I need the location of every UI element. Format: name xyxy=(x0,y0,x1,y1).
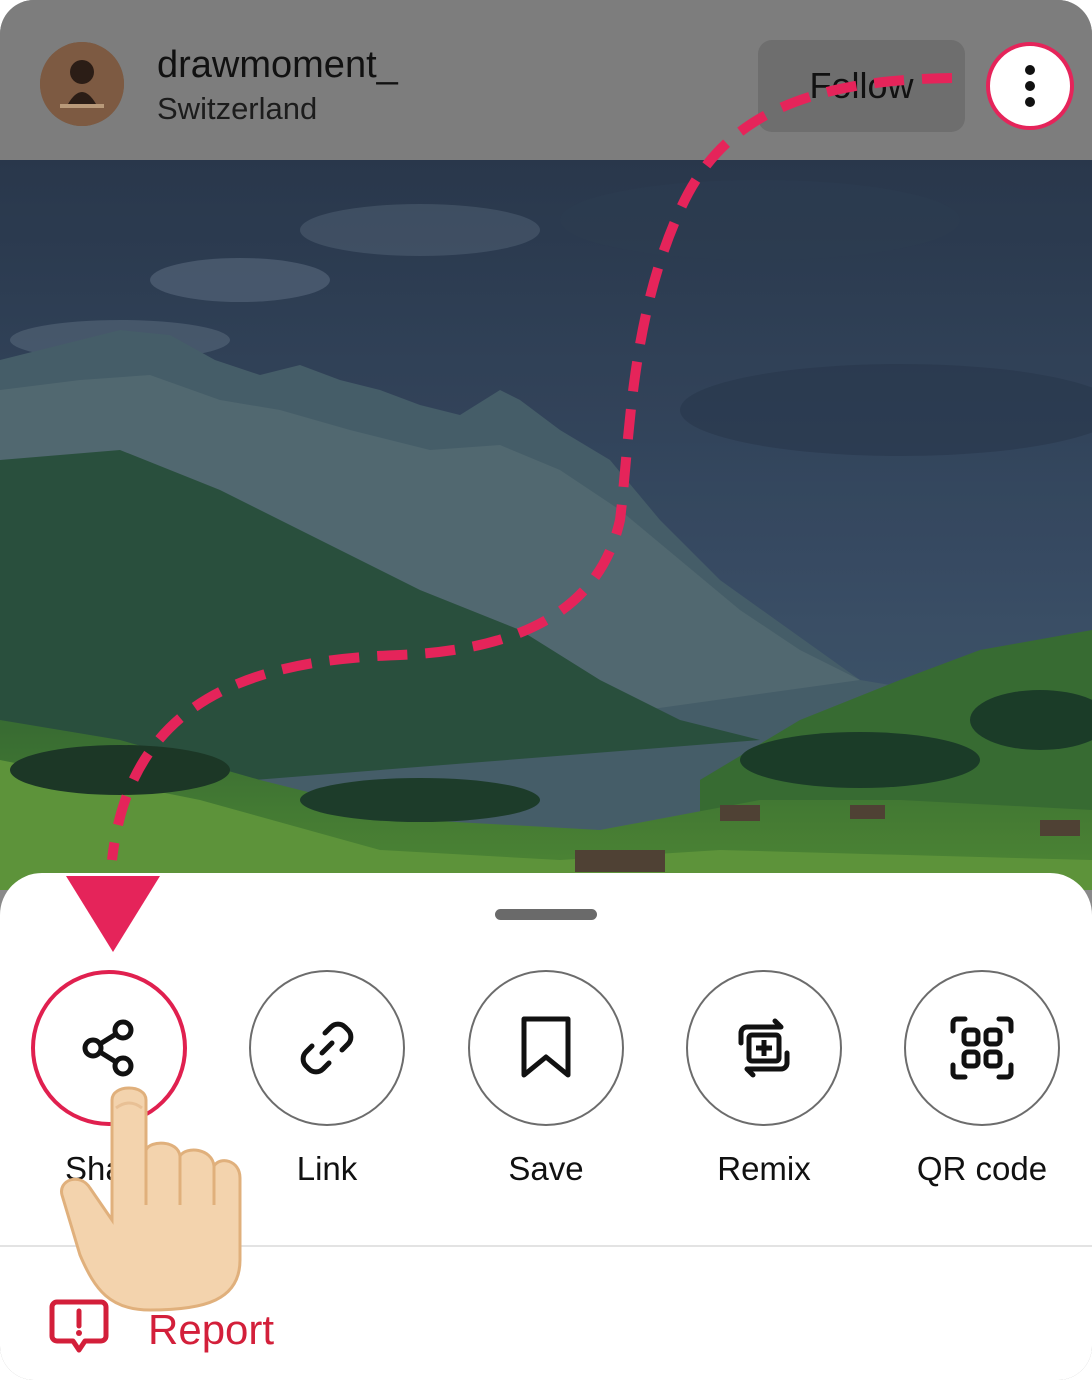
sheet-handle[interactable] xyxy=(495,909,597,920)
qr-code-button[interactable] xyxy=(904,970,1060,1126)
qr-code-label: QR code xyxy=(916,1150,1048,1187)
link-button[interactable] xyxy=(249,970,405,1126)
report-button[interactable]: Report xyxy=(148,1306,274,1354)
location[interactable]: Switzerland xyxy=(157,91,317,127)
post-photo[interactable] xyxy=(0,160,1092,890)
share-button[interactable] xyxy=(31,970,187,1126)
sheet-divider xyxy=(0,1245,1092,1247)
remix-label: Remix xyxy=(717,1150,811,1187)
remix-icon xyxy=(738,1018,790,1078)
avatar[interactable] xyxy=(40,42,124,126)
options-sheet xyxy=(0,873,1092,1380)
save-button[interactable] xyxy=(468,970,624,1126)
save-label: Save xyxy=(508,1150,584,1187)
remix-button[interactable] xyxy=(686,970,842,1126)
link-label: Link xyxy=(296,1150,358,1187)
more-options-button[interactable] xyxy=(986,42,1074,130)
bookmark-icon xyxy=(521,1016,571,1078)
follow-button[interactable]: Follow xyxy=(758,40,965,132)
report-icon[interactable] xyxy=(47,1296,111,1360)
share-label: Share xyxy=(64,1150,154,1187)
qr-code-icon xyxy=(950,1016,1014,1080)
more-vertical-icon xyxy=(1025,65,1035,107)
username[interactable]: drawmoment_ xyxy=(157,44,398,87)
share-icon xyxy=(82,1019,134,1077)
link-icon xyxy=(300,1021,354,1075)
screen: drawmoment_ Switzerland Follow Share Lin… xyxy=(0,0,1092,1380)
